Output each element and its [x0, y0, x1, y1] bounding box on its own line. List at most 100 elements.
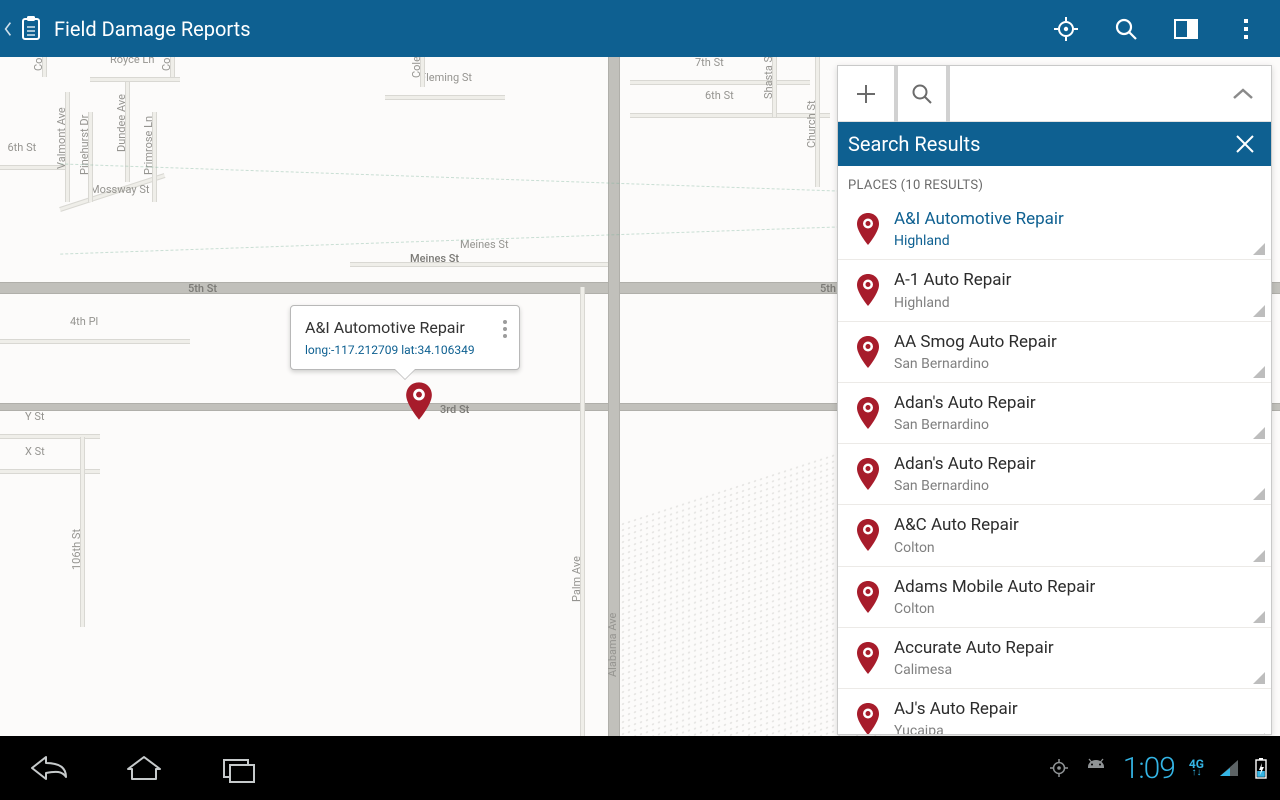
- panel-collapse-icon[interactable]: [1215, 66, 1271, 122]
- app-icon: [16, 14, 46, 44]
- map-pin-selected[interactable]: [405, 382, 433, 420]
- result-location: San Bernardino: [894, 356, 1257, 372]
- overflow-menu-icon[interactable]: [1230, 13, 1262, 45]
- result-location: Highland: [894, 295, 1257, 311]
- result-expand-icon[interactable]: [1253, 611, 1265, 623]
- road-label: 7th St: [695, 57, 724, 69]
- result-expand-icon[interactable]: [1253, 672, 1265, 684]
- road: [385, 95, 505, 100]
- callout-coordinates: long:-117.212709 lat:34.106349: [305, 343, 483, 357]
- result-expand-icon[interactable]: [1253, 427, 1265, 439]
- map-boundary-line: [60, 226, 840, 254]
- result-expand-icon[interactable]: [1253, 243, 1265, 255]
- road: [170, 57, 175, 77]
- search-result-item[interactable]: Adan's Auto Repair San Bernardino: [838, 443, 1271, 504]
- result-expand-icon[interactable]: [1253, 733, 1265, 734]
- road: [0, 165, 65, 170]
- panel-toggle-icon[interactable]: [1170, 13, 1202, 45]
- road: [90, 77, 180, 82]
- pin-icon: [856, 458, 880, 490]
- status-clock: 1:09: [1123, 751, 1175, 786]
- road: [630, 113, 830, 118]
- result-location: Colton: [894, 540, 1257, 556]
- result-name: AA Smog Auto Repair: [894, 332, 1257, 353]
- panel-header: Search Results: [838, 122, 1271, 166]
- search-panel: Search Results PLACES (10 RESULTS) A&I A…: [837, 65, 1272, 735]
- road: [65, 92, 70, 202]
- result-expand-icon[interactable]: [1253, 366, 1265, 378]
- search-result-item[interactable]: AA Smog Auto Repair San Bernardino: [838, 321, 1271, 382]
- status-android-icon: [1083, 758, 1109, 778]
- road: [772, 57, 777, 117]
- nav-home-icon[interactable]: [122, 753, 166, 783]
- road: [350, 262, 620, 267]
- pin-icon: [856, 213, 880, 245]
- road-label: Royce Ln: [110, 57, 154, 66]
- search-result-item[interactable]: Accurate Auto Repair Calimesa: [838, 627, 1271, 688]
- search-result-item[interactable]: A-1 Auto Repair Highland: [838, 259, 1271, 320]
- panel-tabs: [838, 66, 1271, 122]
- result-expand-icon[interactable]: [1253, 550, 1265, 562]
- result-name: Adan's Auto Repair: [894, 393, 1257, 414]
- pin-icon: [856, 519, 880, 551]
- road: [0, 434, 100, 439]
- result-expand-icon[interactable]: [1253, 488, 1265, 500]
- map-boundary-line: [60, 163, 840, 191]
- pin-icon: [856, 397, 880, 429]
- road: [815, 57, 820, 187]
- search-result-item[interactable]: A&I Automotive Repair Highland: [838, 199, 1271, 259]
- road-label: Fleming St: [420, 71, 472, 84]
- result-name: A&I Automotive Repair: [894, 209, 1257, 230]
- road: [580, 287, 585, 736]
- road: [42, 57, 47, 77]
- results-count-label: PLACES (10 RESULTS): [838, 166, 1271, 199]
- road-label: X St: [25, 445, 45, 458]
- result-name: Accurate Auto Repair: [894, 638, 1257, 659]
- result-location: Highland: [894, 233, 1257, 249]
- road-label: 4th Pl: [70, 315, 98, 328]
- status-gps-icon: [1049, 758, 1069, 778]
- status-battery-icon: [1254, 757, 1268, 779]
- road: [608, 57, 620, 736]
- road-label: Y St: [25, 410, 44, 423]
- close-icon[interactable]: [1229, 128, 1261, 160]
- pin-icon: [856, 274, 880, 306]
- road: [420, 57, 425, 87]
- result-location: San Bernardino: [894, 417, 1257, 433]
- tab-search[interactable]: [894, 66, 950, 122]
- road: [0, 469, 100, 474]
- pin-icon: [856, 703, 880, 734]
- results-list: A&I Automotive RepairHighlandA-1 Auto Re…: [838, 199, 1271, 734]
- tab-add[interactable]: [838, 66, 894, 122]
- road: [80, 437, 85, 627]
- map-callout[interactable]: A&I Automotive Repair long:-117.212709 l…: [290, 305, 520, 370]
- result-name: Adams Mobile Auto Repair: [894, 577, 1257, 598]
- pin-icon: [856, 581, 880, 613]
- search-result-item[interactable]: Adan's Auto Repair San Bernardino: [838, 382, 1271, 443]
- panel-header-title: Search Results: [848, 132, 980, 156]
- result-location: Calimesa: [894, 662, 1257, 678]
- road: [152, 112, 157, 202]
- result-name: A-1 Auto Repair: [894, 270, 1257, 291]
- back-button[interactable]: [0, 19, 12, 39]
- result-location: Colton: [894, 601, 1257, 617]
- status-network-icon: 4G ↑↓: [1189, 759, 1204, 778]
- callout-overflow-icon[interactable]: [499, 316, 511, 342]
- road: [630, 80, 810, 85]
- result-expand-icon[interactable]: [1253, 305, 1265, 317]
- result-location: Yucaipa: [894, 723, 1257, 734]
- result-name: Adan's Auto Repair: [894, 454, 1257, 475]
- search-result-item[interactable]: Adams Mobile Auto Repair Colton: [838, 566, 1271, 627]
- nav-recent-icon[interactable]: [216, 753, 260, 783]
- road: [88, 112, 93, 202]
- road-label: 6th St: [8, 141, 37, 154]
- result-location: San Bernardino: [894, 478, 1257, 494]
- action-bar: Field Damage Reports: [0, 0, 1280, 57]
- search-result-item[interactable]: AJ's Auto RepairYucaipa: [838, 688, 1271, 734]
- road-label: 6th St: [705, 89, 734, 102]
- app-title: Field Damage Reports: [54, 17, 1050, 41]
- search-result-item[interactable]: A&C Auto RepairColton: [838, 504, 1271, 565]
- nav-back-icon[interactable]: [28, 753, 72, 783]
- search-icon[interactable]: [1110, 13, 1142, 45]
- locate-icon[interactable]: [1050, 13, 1082, 45]
